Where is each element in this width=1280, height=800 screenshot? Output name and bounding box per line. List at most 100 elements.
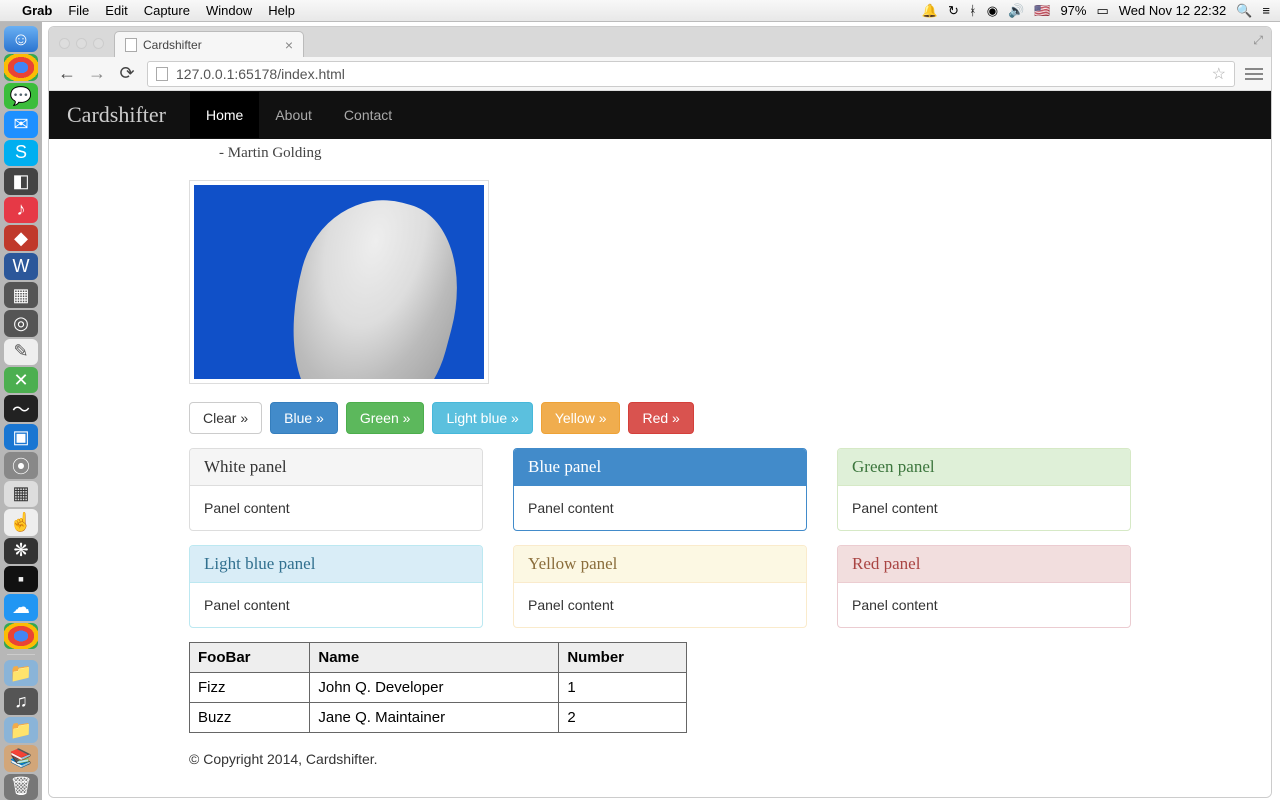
panel-heading: Light blue panel (190, 546, 482, 583)
browser-window: Cardshifter × ⤢ ← → ⟳ 127.0.0.1:65178/in… (48, 26, 1272, 798)
image-frame (189, 180, 489, 384)
dock-messages[interactable]: 💬 (4, 83, 38, 109)
dock-terminal2[interactable]: ▪ (4, 566, 38, 592)
url-text: 127.0.0.1:65178/index.html (176, 66, 345, 82)
footer-copyright: © Copyright 2014, Cardshifter. (189, 751, 1131, 777)
forward-button[interactable]: → (87, 63, 107, 84)
browser-toolbar: ← → ⟳ 127.0.0.1:65178/index.html ☆ (49, 57, 1271, 91)
tab-title: Cardshifter (143, 38, 202, 52)
panel-heading: Red panel (838, 546, 1130, 583)
panel-body: Panel content (514, 583, 806, 627)
dock-app5[interactable]: ✕ (4, 367, 38, 393)
dock: ☺ 💬 ✉ S ◧ ♪ ◆ W ▦ ◎ ✎ ✕ 〜 ▣ ⦿ ▦ ☝ ❋ ▪ ☁ … (0, 22, 42, 800)
dock-app3[interactable]: ▦ (4, 282, 38, 308)
clock[interactable]: Wed Nov 12 22:32 (1119, 3, 1226, 18)
dock-chrome2[interactable] (4, 623, 38, 649)
btn-green[interactable]: Green » (346, 402, 425, 434)
reload-button[interactable]: ⟳ (117, 63, 137, 84)
dock-skype[interactable]: S (4, 140, 38, 166)
window-controls[interactable] (59, 38, 104, 49)
dock-folder4[interactable]: 📚 (4, 745, 38, 771)
site-navbar: Cardshifter Home About Contact (49, 91, 1271, 139)
btn-yellow[interactable]: Yellow » (541, 402, 621, 434)
quote-author: Martin Golding (189, 139, 1131, 180)
menu-edit[interactable]: Edit (105, 3, 127, 18)
panel-heading: Blue panel (514, 449, 806, 486)
panel-body: Panel content (838, 583, 1130, 627)
wifi-icon[interactable]: ◉ (987, 3, 998, 19)
notification-icon[interactable]: 🔔 (922, 3, 938, 19)
brand[interactable]: Cardshifter (67, 102, 166, 128)
panel-body: Panel content (514, 486, 806, 530)
dock-folder1[interactable]: 📁 (4, 660, 38, 686)
volume-icon[interactable]: 🔊 (1008, 3, 1024, 19)
dock-finder[interactable]: ☺ (4, 26, 38, 52)
dock-icloud[interactable]: ☁ (4, 594, 38, 620)
btn-blue[interactable]: Blue » (270, 402, 338, 434)
dock-app2[interactable]: ◆ (4, 225, 38, 251)
dock-trash[interactable]: 🗑 (4, 774, 38, 800)
bluetooth-icon[interactable]: ᚼ (969, 3, 977, 18)
facepalm-statue-image (194, 185, 484, 379)
doc-icon (125, 38, 137, 52)
th-number: Number (559, 643, 687, 673)
chrome-menu-icon[interactable] (1245, 68, 1263, 80)
dock-textedit[interactable]: ✎ (4, 339, 38, 365)
button-row: Clear » Blue » Green » Light blue » Yell… (189, 402, 1131, 434)
dock-mail[interactable]: ✉ (4, 111, 38, 137)
nav-about[interactable]: About (259, 92, 328, 138)
nav-contact[interactable]: Contact (328, 92, 408, 138)
table-row: Buzz Jane Q. Maintainer 2 (190, 703, 687, 733)
spotlight-icon[interactable]: 🔍 (1236, 3, 1252, 19)
cell: Buzz (190, 703, 310, 733)
bookmark-star-icon[interactable]: ☆ (1212, 64, 1226, 84)
mac-menubar: Grab File Edit Capture Window Help 🔔 ↻ ᚼ… (0, 0, 1280, 22)
nav-home[interactable]: Home (190, 92, 259, 138)
back-button[interactable]: ← (57, 63, 77, 84)
panel-body: Panel content (838, 486, 1130, 530)
panel-yellow: Yellow panel Panel content (513, 545, 807, 628)
dock-itunes[interactable]: ♪ (4, 197, 38, 223)
dock-app9[interactable]: ☝ (4, 509, 38, 535)
dock-word[interactable]: W (4, 253, 38, 279)
battery-percent[interactable]: 97% (1060, 3, 1086, 18)
maximize-icon[interactable]: ⤢ (1253, 33, 1263, 48)
cell: Jane Q. Maintainer (310, 703, 559, 733)
dock-app4[interactable]: ◎ (4, 310, 38, 336)
dock-folder2[interactable]: ♫ (4, 688, 38, 714)
close-tab-icon[interactable]: × (285, 37, 293, 53)
panel-blue: Blue panel Panel content (513, 448, 807, 531)
page-icon (156, 67, 168, 81)
dock-terminal[interactable]: 〜 (4, 395, 38, 421)
browser-tab[interactable]: Cardshifter × (114, 31, 304, 57)
timemachine-icon[interactable]: ↻ (948, 3, 959, 19)
btn-lightblue[interactable]: Light blue » (432, 402, 532, 434)
menu-help[interactable]: Help (268, 3, 295, 18)
menu-capture[interactable]: Capture (144, 3, 190, 18)
dock-app1[interactable]: ◧ (4, 168, 38, 194)
battery-icon[interactable]: ▭ (1096, 3, 1108, 19)
url-bar[interactable]: 127.0.0.1:65178/index.html ☆ (147, 61, 1235, 87)
flag-icon[interactable]: 🇺🇸 (1034, 3, 1050, 19)
panels-row2: Light blue panel Panel content Yellow pa… (189, 545, 1131, 628)
dock-app7[interactable]: ⦿ (4, 452, 38, 478)
menu-window[interactable]: Window (206, 3, 252, 18)
btn-clear[interactable]: Clear » (189, 402, 262, 434)
data-table: FooBar Name Number Fizz John Q. Develope… (189, 642, 687, 733)
active-app[interactable]: Grab (22, 3, 52, 18)
panel-heading: Yellow panel (514, 546, 806, 583)
dock-app8[interactable]: ▦ (4, 481, 38, 507)
btn-red[interactable]: Red » (628, 402, 693, 434)
panel-green: Green panel Panel content (837, 448, 1131, 531)
menu-icon[interactable]: ≡ (1262, 3, 1270, 18)
panel-body: Panel content (190, 583, 482, 627)
panel-heading: Green panel (838, 449, 1130, 486)
page-content: Cardshifter Home About Contact Martin Go… (49, 91, 1271, 797)
dock-app10[interactable]: ❋ (4, 538, 38, 564)
cell: John Q. Developer (310, 673, 559, 703)
menu-file[interactable]: File (68, 3, 89, 18)
dock-app6[interactable]: ▣ (4, 424, 38, 450)
dock-chrome[interactable] (4, 54, 38, 80)
panel-red: Red panel Panel content (837, 545, 1131, 628)
dock-folder3[interactable]: 📁 (4, 717, 38, 743)
